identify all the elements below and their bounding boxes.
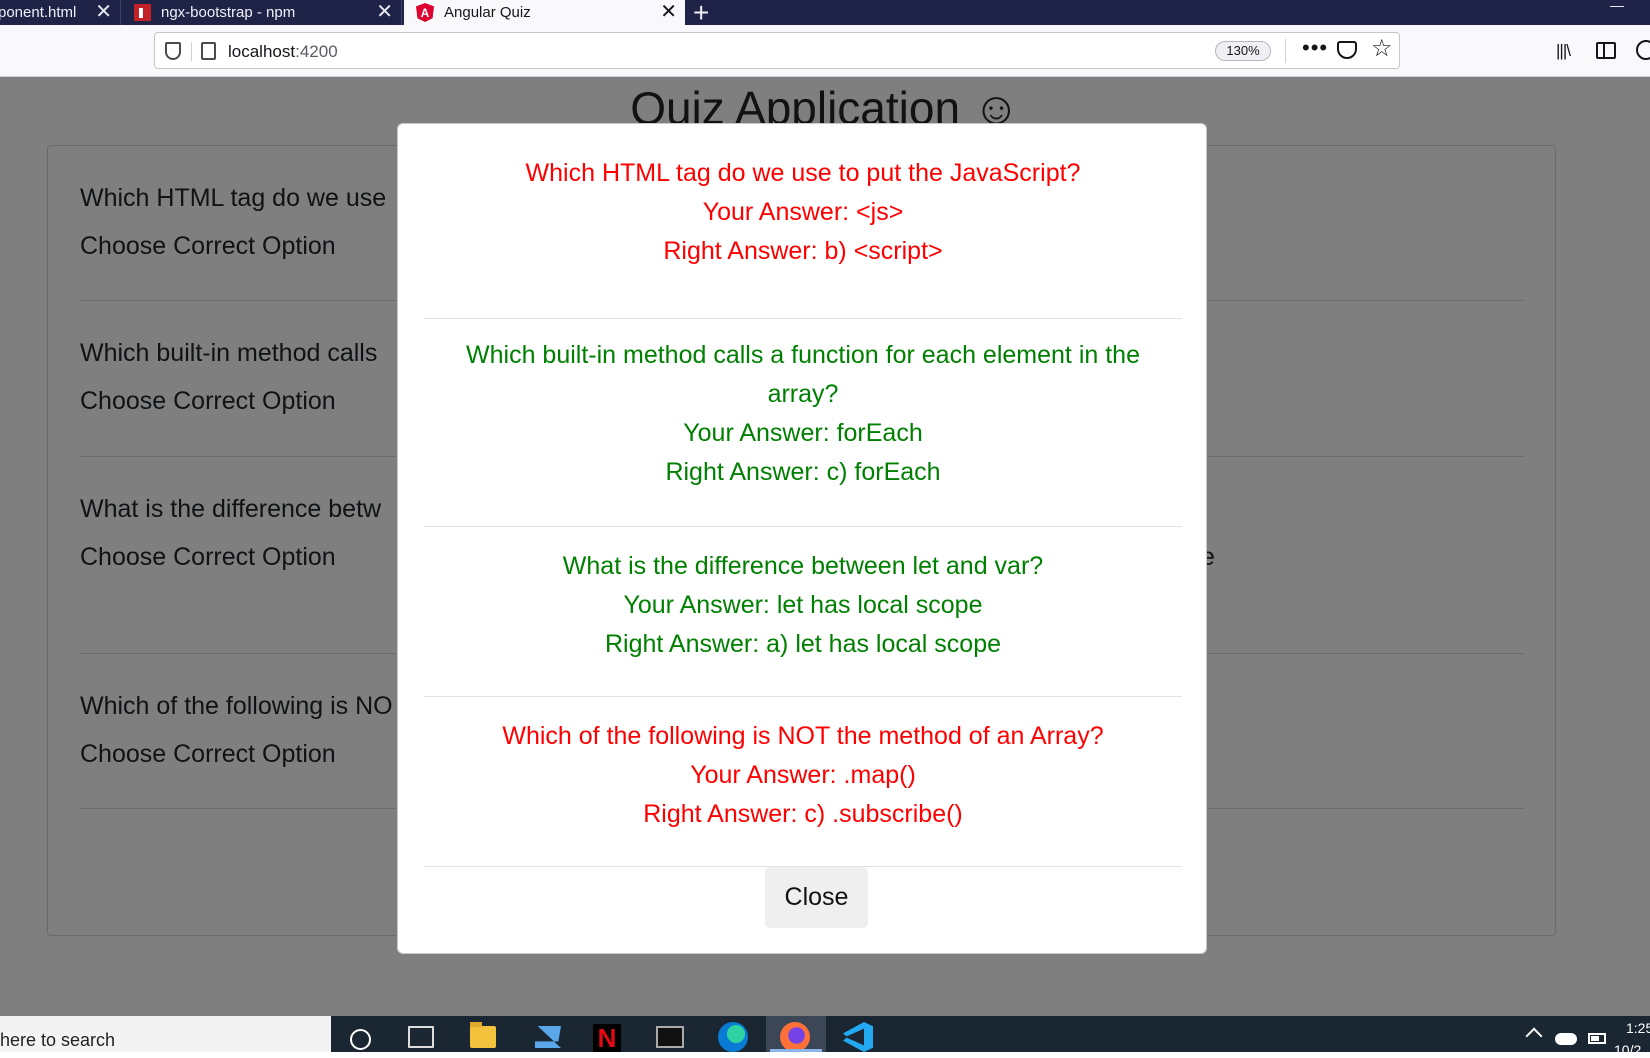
browser-tab[interactable]: ponent.html ✕	[0, 0, 121, 25]
netflix-icon[interactable]: N	[593, 1024, 621, 1052]
browser-tab-active[interactable]: A Angular Quiz ✕	[404, 0, 685, 25]
windows-taskbar: here to search N 1:25 10/2	[0, 1016, 1650, 1058]
browser-tab-strip: ponent.html ✕ ngx-bootstrap - npm ✕ A An…	[0, 0, 1650, 28]
right-answer: Right Answer: a) let has local scope	[604, 630, 1002, 658]
url-host: localhost	[228, 42, 296, 61]
file-explorer-icon[interactable]	[470, 1022, 496, 1048]
tab-label: ngx-bootstrap - npm	[161, 4, 296, 21]
url-port: :4200	[295, 42, 338, 61]
task-view-icon[interactable]	[408, 1026, 434, 1048]
cortana-icon[interactable]	[350, 1029, 371, 1050]
result-item: What is the difference between let and v…	[424, 527, 1182, 697]
battery-icon[interactable]	[1588, 1033, 1606, 1044]
divider	[1285, 39, 1286, 63]
result-question: Which built-in method calls a function f…	[466, 341, 1140, 408]
your-answer: Your Answer: forEach	[683, 419, 923, 447]
right-answer: Right Answer: c) forEach	[665, 458, 941, 486]
angular-favicon-icon: A	[416, 3, 434, 22]
account-icon[interactable]	[1636, 40, 1650, 60]
results-modal: Which HTML tag do we use to put the Java…	[397, 123, 1207, 954]
tracking-shield-icon[interactable]	[165, 42, 181, 60]
taskbar-search-box[interactable]: here to search	[0, 1016, 331, 1052]
your-answer: Your Answer: <js>	[702, 198, 904, 226]
browser-toolbar: localhost:4200 130% ••• ☆ |||\	[0, 25, 1650, 77]
pocket-icon[interactable]	[1337, 41, 1357, 59]
url-text[interactable]: localhost:4200	[228, 42, 338, 62]
tray-chevron-up-icon[interactable]	[1525, 1027, 1543, 1045]
npm-favicon-icon	[134, 4, 151, 21]
address-bar[interactable]: localhost:4200 130% ••• ☆	[154, 32, 1400, 69]
clock-time[interactable]: 1:25	[1626, 1020, 1650, 1036]
sidebar-toggle-icon[interactable]	[1596, 42, 1616, 59]
onedrive-cloud-icon[interactable]	[1555, 1033, 1577, 1045]
firefox-icon[interactable]	[780, 1022, 810, 1052]
divider	[191, 42, 192, 61]
browser-tab[interactable]: ngx-bootstrap - npm ✕	[122, 0, 402, 25]
tab-label: ponent.html	[0, 4, 77, 21]
tab-label: Angular Quiz	[444, 4, 531, 21]
result-question: What is the difference between let and v…	[562, 552, 1044, 580]
close-button[interactable]: Close	[765, 867, 868, 928]
result-item: Which built-in method calls a function f…	[424, 319, 1182, 527]
minimize-icon[interactable]	[1610, 6, 1624, 7]
result-item: Which of the following is NOT the method…	[424, 697, 1182, 867]
search-placeholder: here to search	[0, 1030, 116, 1050]
edge-browser-icon[interactable]	[718, 1022, 748, 1052]
tab-close-icon[interactable]: ✕	[660, 2, 677, 22]
page-actions-menu-icon[interactable]: •••	[1302, 35, 1328, 61]
vscode-icon[interactable]	[843, 1022, 873, 1052]
page-info-icon[interactable]	[201, 42, 216, 60]
bookmark-star-icon[interactable]: ☆	[1371, 34, 1393, 63]
your-answer: Your Answer: let has local scope	[623, 591, 983, 619]
library-icon[interactable]: |||\	[1556, 41, 1571, 61]
result-question: Which of the following is NOT the method…	[502, 722, 1104, 750]
result-item: Which HTML tag do we use to put the Java…	[424, 149, 1182, 319]
tab-close-icon[interactable]: ✕	[95, 2, 112, 22]
right-answer: Right Answer: c) .subscribe()	[643, 800, 963, 828]
result-question: Which HTML tag do we use to put the Java…	[525, 159, 1081, 187]
this-pc-icon[interactable]	[535, 1026, 561, 1048]
zoom-level-badge[interactable]: 130%	[1215, 41, 1271, 61]
your-answer: Your Answer: .map()	[690, 761, 916, 789]
tab-close-icon[interactable]: ✕	[376, 2, 393, 22]
right-answer: Right Answer: b) <script>	[663, 237, 943, 265]
terminal-icon[interactable]	[656, 1026, 684, 1048]
clock-date[interactable]: 10/2	[1614, 1042, 1641, 1058]
